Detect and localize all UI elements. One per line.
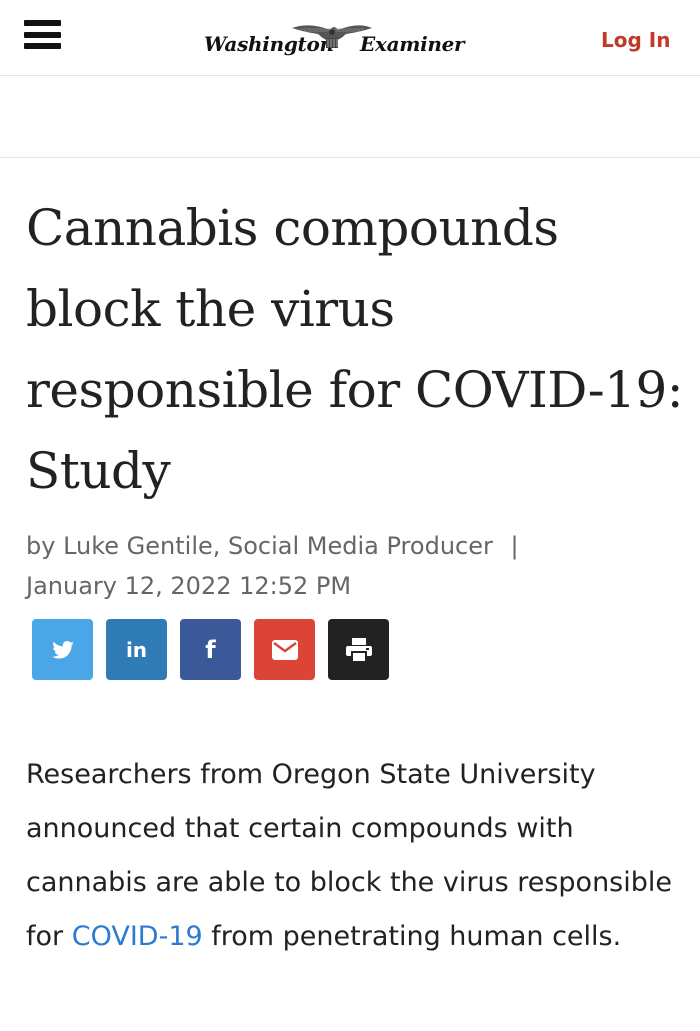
linkedin-icon: in [125, 637, 148, 662]
byline-separator: | [510, 532, 519, 560]
login-link[interactable]: Log In [601, 28, 670, 52]
share-twitter-button[interactable] [32, 619, 93, 680]
top-navigation-bar: Washington Examiner Log In [0, 0, 700, 76]
article-headline: Cannabis compounds block the virus respo… [26, 199, 684, 500]
covid-19-link[interactable]: COVID-19 [72, 921, 203, 952]
byline-date: January 12, 2022 12:52 PM [26, 572, 352, 600]
article-body-paragraph: Researchers from Oregon State University… [26, 748, 686, 964]
ad-placeholder [0, 76, 700, 158]
body-text-after: from penetrating human cells. [202, 921, 622, 952]
print-icon [345, 637, 372, 662]
share-bar: in f [32, 619, 389, 681]
facebook-icon: f [205, 635, 216, 664]
logo-text-right: Examiner [360, 32, 465, 56]
email-icon [271, 639, 298, 660]
share-facebook-button[interactable]: f [180, 619, 241, 680]
twitter-icon [51, 640, 74, 659]
share-print-button[interactable] [328, 619, 389, 680]
byline-author[interactable]: by Luke Gentile, Social Media Producer [26, 532, 493, 560]
article-byline: by Luke Gentile, Social Media Producer |… [26, 526, 666, 606]
site-logo[interactable]: Washington Examiner [204, 20, 465, 60]
share-email-button[interactable] [254, 619, 315, 680]
hamburger-menu-icon[interactable] [24, 20, 61, 49]
share-linkedin-button[interactable]: in [106, 619, 167, 680]
